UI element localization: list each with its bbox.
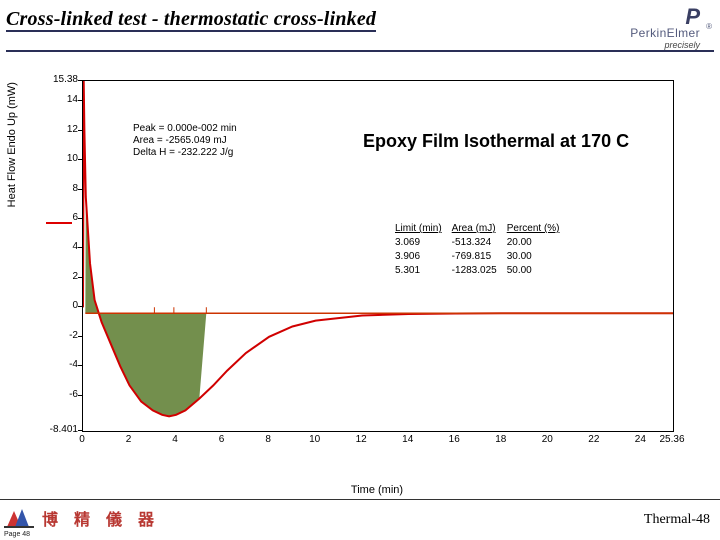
x-tick-label: 2 xyxy=(126,434,132,482)
x-tick-label: 22 xyxy=(588,434,599,482)
x-tick-label: 25.36 xyxy=(659,434,684,482)
brand-logo: P PerkinElmer ® precisely xyxy=(630,8,714,50)
brand-tagline: precisely xyxy=(630,40,700,50)
brand-name: PerkinElmer xyxy=(630,26,700,40)
table-header: Percent (%) xyxy=(507,223,568,235)
brand-mark-icon: P xyxy=(630,8,700,26)
slide-footer: 博 精 儀 器 Thermal-48 xyxy=(0,499,720,540)
y-tick-label: -2 xyxy=(38,330,78,341)
header-rule xyxy=(6,50,714,52)
y-tick-label: -6 xyxy=(38,389,78,400)
slide-header: Cross-linked test - thermostatic cross-l… xyxy=(0,0,720,50)
x-tick-label: 6 xyxy=(219,434,225,482)
y-tick-label: 12 xyxy=(38,124,78,135)
registered-icon: ® xyxy=(706,22,712,31)
y-tick-label: 10 xyxy=(38,153,78,164)
x-axis-label: Time (min) xyxy=(351,484,403,496)
dsc-chart: Heat Flow Endo Up (mW) Peak = 0.000e-002… xyxy=(38,72,692,468)
x-tick-label: 18 xyxy=(495,434,506,482)
table-header: Limit (min) xyxy=(395,223,450,235)
y-tick-label: 14 xyxy=(38,94,78,105)
x-tick-label: 12 xyxy=(356,434,367,482)
chart-title: Epoxy Film Isothermal at 170 C xyxy=(363,131,629,152)
x-tick-label: 0 xyxy=(79,434,85,482)
x-tick-label: 16 xyxy=(449,434,460,482)
table-header: Area (mJ) xyxy=(452,223,505,235)
y-tick-label: 8 xyxy=(38,183,78,194)
plot-area: Peak = 0.000e-002 min Area = -2565.049 m… xyxy=(82,80,674,432)
limits-table: Limit (min)Area (mJ)Percent (%) 3.069-513… xyxy=(393,221,570,279)
table-row: 5.301-1283.02550.00 xyxy=(395,265,568,277)
y-tick-label: 4 xyxy=(38,241,78,252)
table-row: 3.906-769.81530.00 xyxy=(395,251,568,263)
table-row: 3.069-513.32420.00 xyxy=(395,237,568,249)
page-title: Cross-linked test - thermostatic cross-l… xyxy=(6,8,376,32)
x-tick-label: 24 xyxy=(635,434,646,482)
y-tick-label: 6 xyxy=(38,212,78,223)
y-tick-label: 15.38 xyxy=(38,74,78,85)
y-tick-label: -4 xyxy=(38,359,78,370)
x-tick-label: 10 xyxy=(309,434,320,482)
y-tick-label: -8.401 xyxy=(38,424,78,435)
y-tick-label: 0 xyxy=(38,300,78,311)
x-tick-label: 14 xyxy=(402,434,413,482)
x-tick-label: 8 xyxy=(265,434,271,482)
company-name: 博 精 儀 器 xyxy=(42,512,160,529)
small-page-label: Page 48 xyxy=(4,531,30,538)
page-number: Thermal-48 xyxy=(644,512,710,528)
peak-annotation: Peak = 0.000e-002 min Area = -2565.049 m… xyxy=(133,123,237,159)
y-axis-label: Heat Flow Endo Up (mW) xyxy=(6,82,18,207)
y-tick-label: 2 xyxy=(38,271,78,282)
x-tick-label: 4 xyxy=(172,434,178,482)
x-tick-label: 20 xyxy=(542,434,553,482)
